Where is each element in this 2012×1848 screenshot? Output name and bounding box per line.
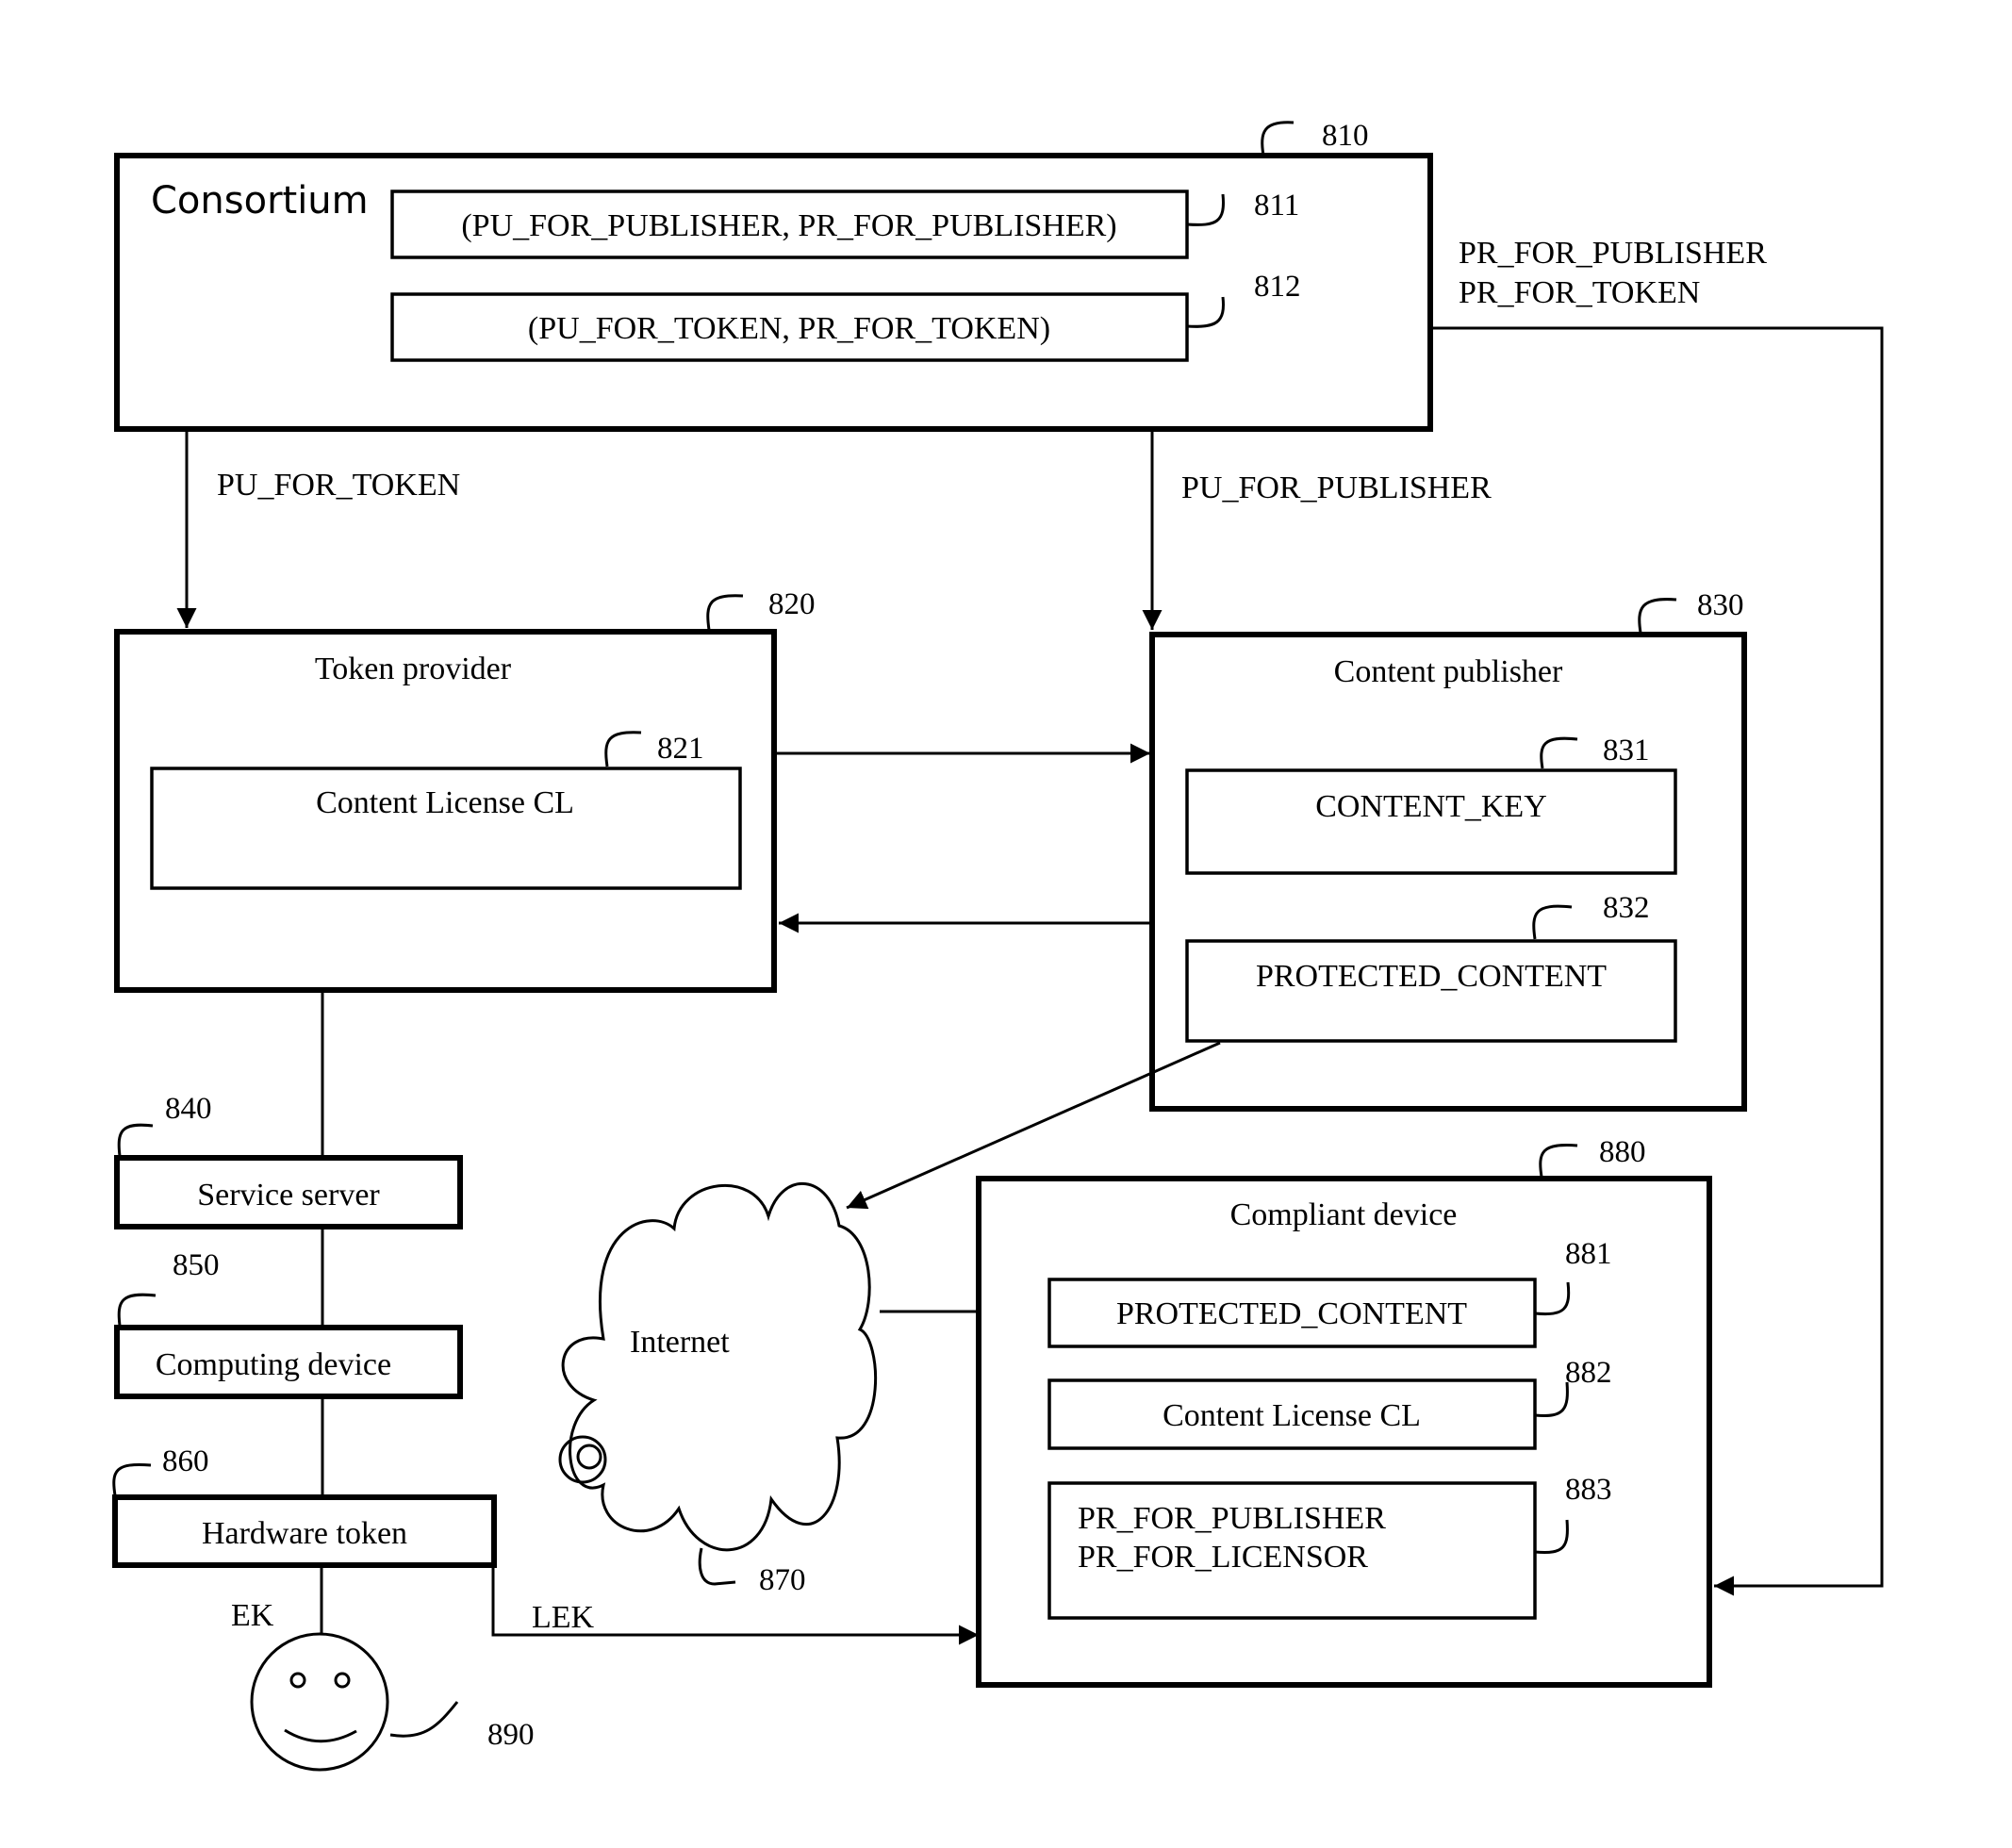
content-publisher-title: Content publisher (1334, 654, 1563, 689)
ref-840: 840 (165, 1092, 212, 1126)
ref-hook-850 (117, 1293, 157, 1327)
ref-hook-820 (706, 594, 744, 631)
ref-880: 880 (1599, 1135, 1646, 1169)
ref-883: 883 (1565, 1473, 1612, 1507)
service-server-box: Service server 840 (114, 1092, 463, 1229)
ref-831: 831 (1603, 734, 1650, 767)
token-provider-box: Token provider 820 Content License CL 82… (114, 587, 816, 993)
ref-hook-830 (1638, 598, 1677, 634)
ref-832: 832 (1603, 891, 1650, 925)
user-smiley-icon (250, 1632, 389, 1772)
ref-830: 830 (1697, 588, 1744, 622)
hardware-token-box: Hardware token 860 (112, 1444, 497, 1568)
content-publisher-box: Content publisher 830 CONTENT_KEY 831 PR… (1149, 588, 1747, 1112)
computing-device-box: Computing device 850 (114, 1248, 463, 1399)
label-pr-for-publisher: PR_FOR_PUBLISHER (1459, 236, 1767, 271)
internet-cloud-icon (558, 1181, 878, 1552)
compliant-key-line2: PR_FOR_LICENSOR (1078, 1540, 1368, 1575)
compliant-device-title: Compliant device (1230, 1197, 1458, 1232)
compliant-device-box: Compliant device 880 PROTECTED_CONTENT 8… (976, 1135, 1712, 1688)
diagram: Consortium 810 (PU_FOR_PUBLISHER, PR_FOR… (112, 119, 1884, 1772)
label-pu-for-publisher: PU_FOR_PUBLISHER (1181, 470, 1492, 505)
ref-870: 870 (759, 1563, 806, 1597)
ref-810: 810 (1322, 119, 1369, 153)
compliant-key-line1: PR_FOR_PUBLISHER (1078, 1501, 1386, 1536)
ref-811: 811 (1254, 189, 1299, 223)
label-pr-for-token: PR_FOR_TOKEN (1459, 275, 1700, 310)
ref-890: 890 (487, 1718, 535, 1752)
computing-device-text: Computing device (156, 1347, 391, 1382)
ref-820: 820 (768, 587, 816, 621)
ref-hook-810 (1261, 121, 1295, 157)
consortium-box: Consortium 810 (PU_FOR_PUBLISHER, PR_FOR… (114, 119, 1433, 432)
service-server-text: Service server (197, 1178, 380, 1213)
ref-hook-880 (1539, 1143, 1578, 1178)
compliant-content-license-text: Content License CL (1163, 1398, 1421, 1433)
consortium-title: Consortium (151, 179, 369, 223)
ref-hook-870 (698, 1547, 736, 1586)
publisher-protected-content-text: PROTECTED_CONTENT (1256, 959, 1607, 994)
label-pu-for-token: PU_FOR_TOKEN (217, 468, 460, 503)
ref-812: 812 (1254, 270, 1301, 304)
compliant-protected-content-text: PROTECTED_CONTENT (1116, 1296, 1467, 1331)
ref-hook-840 (117, 1123, 154, 1157)
token-content-license-text: Content License CL (316, 785, 574, 820)
ref-882: 882 (1565, 1356, 1612, 1390)
ref-821: 821 (657, 732, 704, 766)
key-pair-token-text: (PU_FOR_TOKEN, PR_FOR_TOKEN) (528, 311, 1050, 346)
ref-881: 881 (1565, 1237, 1612, 1271)
ref-hook-860 (112, 1462, 152, 1496)
ref-860: 860 (162, 1444, 209, 1478)
token-provider-title: Token provider (315, 652, 512, 686)
content-key-text: CONTENT_KEY (1315, 789, 1547, 824)
ref-hook-890 (389, 1701, 459, 1738)
ref-850: 850 (173, 1248, 220, 1282)
label-lek: LEK (532, 1600, 595, 1635)
key-pair-publisher-text: (PU_FOR_PUBLISHER, PR_FOR_PUBLISHER) (461, 208, 1116, 243)
internet-text: Internet (630, 1325, 730, 1360)
hardware-token-text: Hardware token (202, 1516, 407, 1551)
label-ek: EK (231, 1598, 274, 1633)
